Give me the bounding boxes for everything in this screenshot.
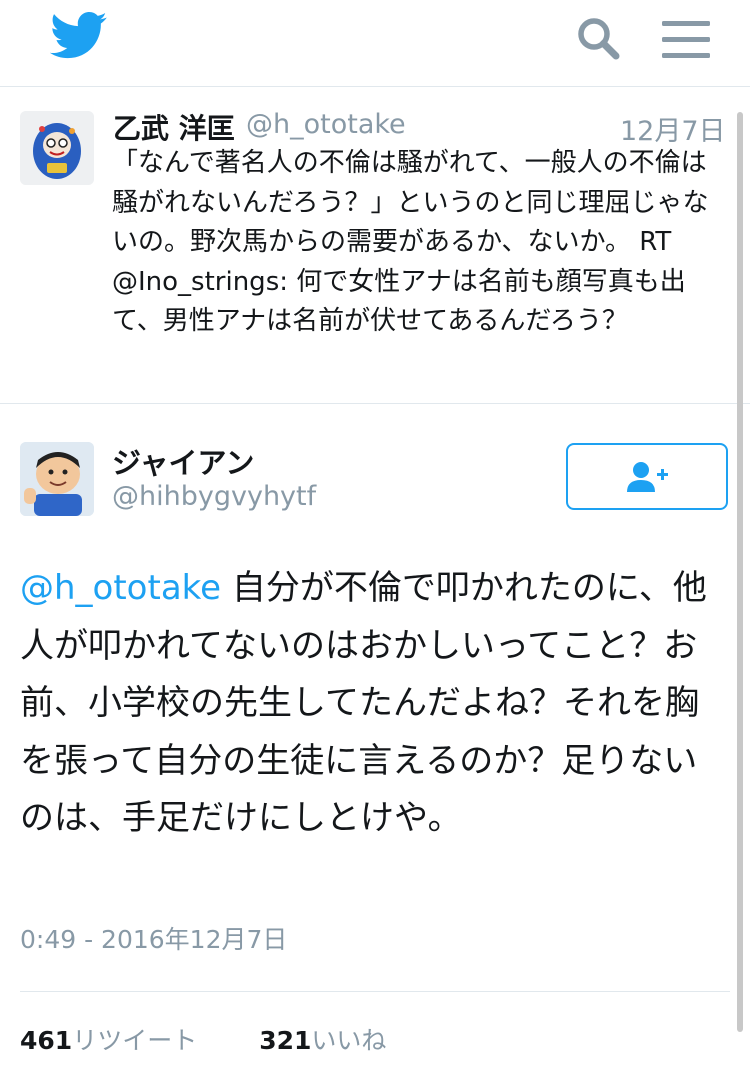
scrollbar[interactable]: [737, 112, 743, 1032]
twitter-bird-icon[interactable]: [50, 12, 108, 60]
tweet-text: @h_ototake 自分が不倫で叩かれたのに、他人が叩かれてないのはおかしいっ…: [20, 560, 720, 848]
hamburger-menu-icon[interactable]: [660, 18, 712, 60]
top-navigation-bar: [0, 0, 750, 87]
tweet-timestamp[interactable]: 0:49 - 2016年12月7日: [20, 920, 287, 956]
tweet-stats: 461リツイート 321いいね: [20, 1021, 386, 1057]
like-label: いいね: [311, 1026, 387, 1055]
mention-link[interactable]: @h_ototake: [20, 568, 221, 608]
avatar[interactable]: [20, 111, 94, 185]
retweet-label: リツイート: [72, 1026, 198, 1055]
quoted-author-handle[interactable]: @h_ototake: [246, 109, 406, 140]
quoted-tweet-date[interactable]: 12月7日: [620, 109, 726, 148]
author-handle[interactable]: @hihbygvyhytf: [112, 481, 316, 512]
retweet-count: 461: [20, 1026, 73, 1055]
avatar[interactable]: [20, 442, 94, 516]
divider: [20, 991, 730, 992]
quoted-tweet[interactable]: 乙武 洋匡 @h_ototake 12月7日 「なんで著名人の不倫は騒がれて、一…: [0, 87, 750, 404]
daruma-avatar-image: [20, 111, 94, 185]
follow-button[interactable]: [566, 443, 728, 510]
search-icon[interactable]: [574, 14, 622, 62]
follow-user-plus-icon: [627, 461, 668, 492]
quoted-tweet-text: 「なんで著名人の不倫は騒がれて、一般人の不倫は騒がれないんだろう？」というのと同…: [112, 148, 709, 336]
like-stat[interactable]: 321いいね: [259, 1026, 386, 1055]
like-count: 321: [259, 1026, 312, 1055]
giant-avatar-image: [20, 442, 94, 516]
retweet-stat[interactable]: 461リツイート: [20, 1026, 197, 1055]
tweet-body: 自分が不倫で叩かれたのに、他人が叩かれてないのはおかしいってこと？お前、小学校の…: [20, 568, 707, 838]
author-name[interactable]: ジャイアン: [112, 440, 254, 482]
quoted-author-name[interactable]: 乙武 洋匡: [113, 107, 235, 147]
